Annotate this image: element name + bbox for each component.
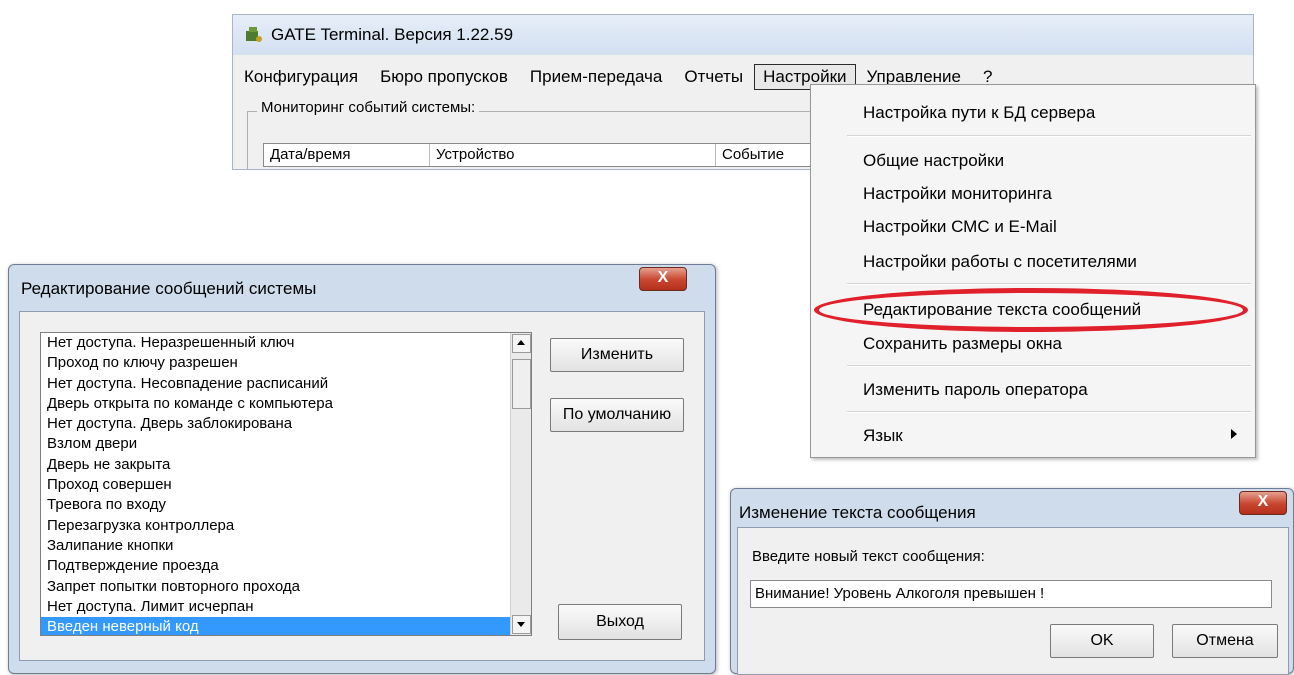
scroll-thumb[interactable] <box>512 359 531 409</box>
list-item[interactable]: Введен неверный код <box>41 617 531 635</box>
change-button[interactable]: Изменить <box>550 338 684 372</box>
menu-item-monitoring-settings[interactable]: Настройки мониторинга <box>863 184 1052 204</box>
list-item[interactable]: Тревога по входу <box>41 495 531 515</box>
highlight-ellipse <box>814 288 1248 332</box>
edit-messages-dialog: Редактирование сообщений системы X Нет д… <box>8 264 716 674</box>
main-title-text: GATE Terminal. Версия 1.22.59 <box>271 25 514 44</box>
column-device[interactable]: Устройство <box>430 144 716 166</box>
arrow-up-icon <box>517 340 525 345</box>
list-item[interactable]: Проход по ключу разрешен <box>41 353 531 373</box>
edit-dialog-body: Нет доступа. Неразрешенный ключ Проход п… <box>19 311 705 661</box>
list-item[interactable]: Дверь открыта по команде с компьютера <box>41 394 531 414</box>
menu-pass-office[interactable]: Бюро пропусков <box>369 64 519 90</box>
monitor-group-label: Мониторинг событий системы: <box>257 99 480 116</box>
app-logo-icon <box>246 27 262 42</box>
settings-dropdown-menu: Настройка пути к БД сервера Общие настро… <box>810 84 1256 458</box>
menu-separator <box>847 283 1251 285</box>
list-item[interactable]: Перезагрузка контроллера <box>41 516 531 536</box>
messages-scrollbar[interactable] <box>510 333 531 635</box>
list-item[interactable]: Нет доступа. Дверь заблокирована <box>41 414 531 434</box>
menu-configuration[interactable]: Конфигурация <box>233 64 369 90</box>
change-text-dialog: Изменение текста сообщения X Введите нов… <box>730 488 1294 675</box>
list-item[interactable]: Нет доступа. Лимит исчерпан <box>41 597 531 617</box>
change-dialog-title: Изменение текста сообщения <box>739 503 976 522</box>
change-dialog-close-button[interactable]: X <box>1239 491 1287 515</box>
scroll-up-button[interactable] <box>512 334 531 353</box>
arrow-down-icon <box>517 622 525 627</box>
edit-dialog-title: Редактирование сообщений системы <box>21 279 317 298</box>
cancel-button[interactable]: Отмена <box>1172 624 1278 658</box>
change-dialog-body: Введите новый текст сообщения: Внимание!… <box>737 527 1289 675</box>
menu-reports[interactable]: Отчеты <box>673 64 754 90</box>
new-text-prompt: Введите новый текст сообщения: <box>752 548 985 565</box>
menu-item-general-settings[interactable]: Общие настройки <box>863 151 1004 171</box>
menu-item-visitors-settings[interactable]: Настройки работы с посетителями <box>863 252 1137 272</box>
list-item[interactable]: Залипание кнопки <box>41 536 531 556</box>
list-item[interactable]: Взлом двери <box>41 434 531 454</box>
menu-item-db-path[interactable]: Настройка пути к БД сервера <box>863 103 1095 123</box>
messages-listbox[interactable]: Нет доступа. Неразрешенный ключ Проход п… <box>40 332 532 636</box>
default-button[interactable]: По умолчанию <box>550 398 684 432</box>
menu-separator <box>847 135 1251 137</box>
new-text-input[interactable]: Внимание! Уровень Алкоголя превышен ! <box>750 580 1272 608</box>
menu-separator <box>847 411 1251 413</box>
list-item[interactable]: Нет доступа. Несовпадение расписаний <box>41 374 531 394</box>
scroll-down-button[interactable] <box>512 615 531 634</box>
menu-item-save-window-size[interactable]: Сохранить размеры окна <box>863 334 1062 354</box>
messages-list-items: Нет доступа. Неразрешенный ключ Проход п… <box>41 333 531 635</box>
menu-item-language[interactable]: Язык <box>863 426 903 446</box>
list-item[interactable]: Дверь не закрыта <box>41 455 531 475</box>
ok-button[interactable]: OK <box>1050 624 1154 658</box>
menu-separator <box>847 365 1251 367</box>
list-item[interactable]: Подтверждение проезда <box>41 556 531 576</box>
list-item[interactable]: Запрет попытки повторного прохода <box>41 577 531 597</box>
menu-transfer[interactable]: Прием-передача <box>519 64 673 90</box>
list-item[interactable]: Проход совершен <box>41 475 531 495</box>
menu-item-change-password[interactable]: Изменить пароль оператора <box>863 380 1088 400</box>
menu-item-sms-email-settings[interactable]: Настройки СМС и E-Mail <box>863 217 1057 237</box>
main-title-bar[interactable]: GATE Terminal. Версия 1.22.59 <box>233 15 1253 55</box>
column-datetime[interactable]: Дата/время <box>264 144 430 166</box>
list-item[interactable]: Нет доступа. Неразрешенный ключ <box>41 333 531 353</box>
submenu-arrow-icon <box>1231 429 1237 439</box>
exit-button[interactable]: Выход <box>558 604 682 640</box>
edit-dialog-close-button[interactable]: X <box>639 267 687 291</box>
